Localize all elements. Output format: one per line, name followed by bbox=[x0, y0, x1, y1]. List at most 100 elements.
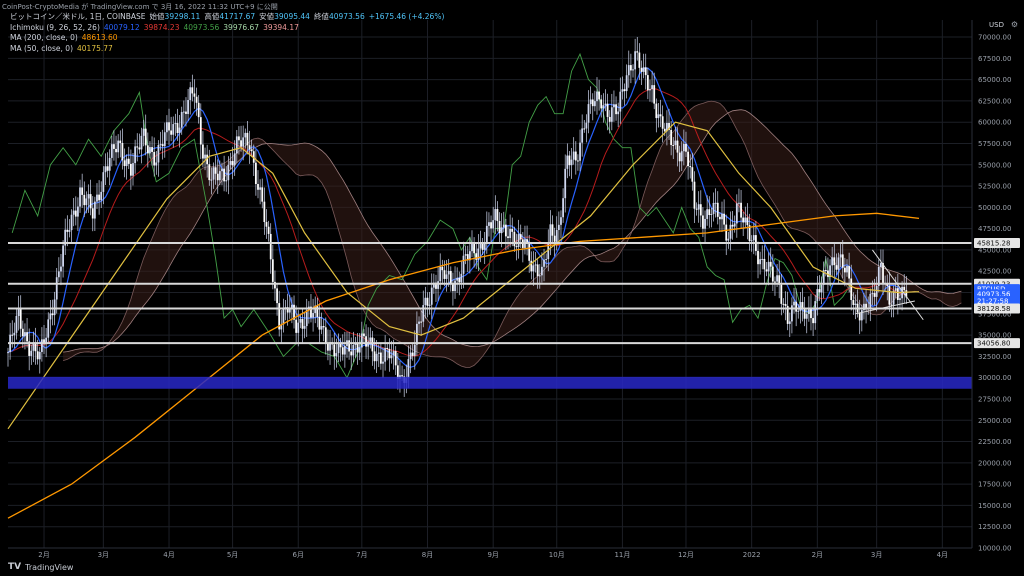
candle-body bbox=[752, 235, 755, 241]
high-label: 高値 bbox=[204, 12, 220, 21]
ichimoku-row[interactable]: Ichimoku (9, 26, 52, 26) 40079.12 39874.… bbox=[10, 23, 444, 34]
candle-body bbox=[365, 336, 367, 347]
candle-body bbox=[318, 316, 321, 330]
candle-body bbox=[490, 222, 492, 229]
candle-body bbox=[509, 228, 512, 239]
candle-body bbox=[761, 258, 764, 260]
candle-body bbox=[15, 316, 18, 333]
candle-body bbox=[598, 91, 601, 100]
candle-body bbox=[824, 270, 827, 272]
candle-body bbox=[108, 157, 111, 171]
candle-body bbox=[322, 326, 325, 328]
candle-body bbox=[564, 168, 567, 199]
candle-body bbox=[136, 146, 139, 148]
tradingview-logo-icon[interactable]: TV bbox=[8, 562, 21, 572]
candle-body bbox=[295, 319, 298, 333]
ma50-row[interactable]: MA (50, close, 0) 40175.77 bbox=[10, 44, 444, 55]
candle-body bbox=[574, 151, 577, 161]
candle-body bbox=[464, 254, 467, 256]
candle-body bbox=[77, 206, 79, 217]
candle-body bbox=[267, 226, 270, 234]
candle-body bbox=[439, 266, 442, 282]
candle-body bbox=[166, 122, 168, 133]
candle-body bbox=[231, 161, 234, 166]
candle-body bbox=[191, 87, 194, 94]
candle-body bbox=[79, 187, 81, 207]
candle-body bbox=[70, 214, 73, 231]
candle-body bbox=[854, 303, 857, 305]
candle-body bbox=[263, 201, 266, 223]
time-tick-label: 2022 bbox=[743, 551, 761, 559]
support-band bbox=[8, 376, 972, 389]
candle-body bbox=[157, 144, 160, 163]
candle-body bbox=[875, 285, 878, 297]
candle-body bbox=[390, 355, 393, 359]
time-tick-label: 9月 bbox=[487, 551, 498, 559]
candle-body bbox=[149, 147, 151, 154]
candle-body bbox=[350, 351, 353, 356]
gear-icon[interactable]: ⚙ bbox=[1011, 20, 1018, 29]
candle-body bbox=[19, 309, 22, 329]
candle-body bbox=[485, 225, 488, 245]
candle-body bbox=[557, 224, 560, 231]
candle-body bbox=[208, 164, 211, 181]
ma200-row[interactable]: MA (200, close, 0) 48613.60 bbox=[10, 33, 444, 44]
candle-body bbox=[430, 287, 433, 305]
candle-body bbox=[299, 318, 302, 323]
chart-window: 10000.00 12500.00 15000.00 17500.00 20000.00… bbox=[0, 0, 1024, 576]
currency-label[interactable]: USD bbox=[989, 21, 1004, 29]
candle-body bbox=[303, 326, 306, 329]
candle-body bbox=[172, 124, 175, 135]
candle-body bbox=[460, 273, 463, 283]
price-label: 34056.80 bbox=[977, 340, 1010, 348]
candle-body bbox=[888, 285, 891, 305]
candle-body bbox=[57, 271, 60, 278]
candle-body bbox=[496, 209, 499, 222]
candle-body bbox=[40, 339, 43, 352]
candle-body bbox=[676, 140, 679, 153]
candle-body bbox=[257, 184, 259, 190]
candle-body bbox=[714, 202, 717, 204]
candle-body bbox=[30, 350, 33, 356]
candle-body bbox=[377, 352, 380, 354]
candle-body bbox=[699, 204, 702, 216]
change-value: +1675.46 (+4.26%) bbox=[368, 12, 445, 21]
candle-body bbox=[449, 271, 452, 285]
candle-body bbox=[632, 69, 634, 71]
candle-body bbox=[413, 344, 416, 356]
candle-body bbox=[21, 328, 24, 337]
candle-body bbox=[640, 67, 643, 72]
candle-body bbox=[339, 343, 342, 348]
candle-body bbox=[740, 202, 742, 218]
candle-body bbox=[483, 244, 486, 250]
candle-body bbox=[528, 242, 531, 261]
time-tick-label: 11月 bbox=[614, 551, 630, 559]
price-chart[interactable]: 10000.00 12500.00 15000.00 17500.00 20000.00… bbox=[0, 0, 1024, 576]
candle-body bbox=[657, 114, 660, 119]
candle-body bbox=[384, 347, 387, 362]
candle-body bbox=[841, 254, 844, 268]
candle-body bbox=[17, 309, 20, 317]
candle-body bbox=[655, 103, 658, 119]
candle-body bbox=[583, 128, 586, 130]
candle-body bbox=[132, 163, 134, 176]
symbol-row[interactable]: ビットコイン／米ドル, 1日, COINBASE 始値 39298.11 高値 41… bbox=[10, 12, 444, 23]
ma200-value: 48613.60 bbox=[81, 33, 118, 42]
candle-body bbox=[814, 301, 817, 324]
low-value: 39095.44 bbox=[274, 12, 310, 21]
candle-body bbox=[515, 246, 518, 248]
candle-body bbox=[123, 160, 126, 167]
candle-body bbox=[240, 140, 242, 147]
price-tick-label: 60000.00 bbox=[978, 119, 1011, 127]
candle-body bbox=[600, 99, 603, 109]
candle-body bbox=[475, 253, 478, 260]
candle-body bbox=[572, 151, 575, 160]
candle-body bbox=[672, 144, 675, 146]
price-tick-label: 52500.00 bbox=[978, 183, 1011, 191]
publisher-bar: CoinPost-CryptoMedia が TradingView.com で… bbox=[2, 2, 278, 12]
candle-body bbox=[316, 305, 319, 317]
candle-body bbox=[223, 168, 226, 182]
candle-body bbox=[456, 277, 459, 281]
candle-body bbox=[335, 353, 338, 357]
candle-body bbox=[176, 123, 179, 133]
